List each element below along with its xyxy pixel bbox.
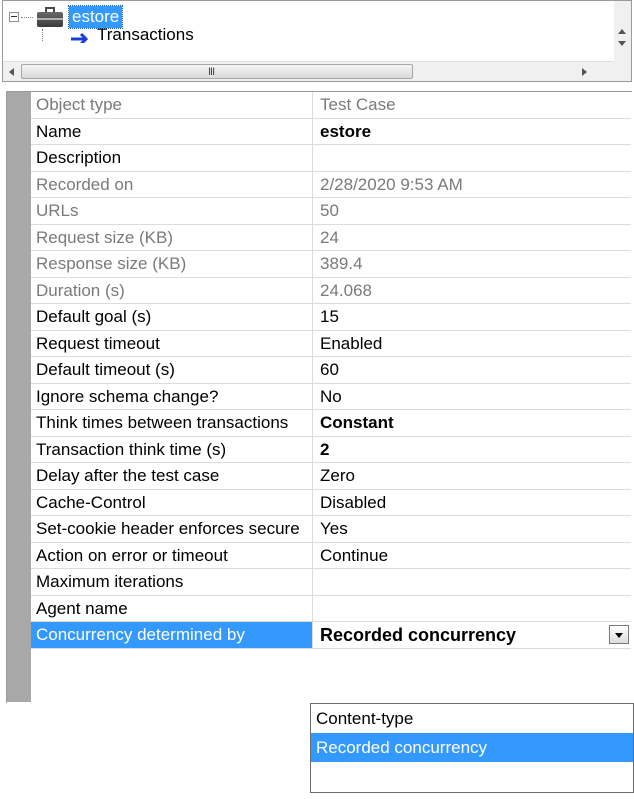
scroll-grip: III [208,66,215,78]
property-name[interactable]: Transaction think time (s) [31,436,313,462]
property-row[interactable]: Object type Test Case [31,92,631,119]
property-row[interactable]: Request timeout Enabled [31,330,631,357]
property-value: 24.068 [320,280,372,300]
property-value[interactable]: Disabled [313,490,631,516]
scroll-left-icon[interactable] [9,68,14,76]
property-value: Test Case [320,95,396,114]
property-row[interactable]: Request size (KB) 24 [31,224,631,251]
property-row[interactable]: Duration (s) 24.068 [31,277,631,304]
property-row[interactable]: Description [31,145,631,172]
property-value[interactable]: Enabled [313,331,631,357]
property-name[interactable]: Request timeout [31,330,313,356]
property-value[interactable]: Zero [313,463,631,489]
property-name[interactable]: Set-cookie header enforces secure [31,516,313,542]
property-value[interactable] [313,596,631,622]
dropdown-option[interactable]: Content-type [311,704,633,733]
scroll-down-icon[interactable] [618,41,626,46]
transactions-icon [71,32,89,43]
scrollbar-corner [614,61,631,81]
property-value[interactable] [313,569,631,595]
property-row[interactable]: Maximum iterations [31,569,631,596]
property-name[interactable]: Think times between transactions [31,410,313,436]
property-name[interactable]: Recorded on [31,171,313,197]
property-row[interactable]: Agent name [31,595,631,622]
tree-connector [21,16,33,18]
property-value: 24 [320,227,339,247]
vertical-scrollbar[interactable] [614,1,631,61]
property-name[interactable]: URLs [31,198,313,224]
property-name[interactable]: Description [31,145,313,171]
tree-connector [42,29,43,41]
property-name[interactable]: Default goal (s) [31,304,313,330]
property-row[interactable]: Name estore [31,118,631,145]
property-name[interactable]: Maximum iterations [31,569,313,595]
property-name[interactable]: Agent name [31,595,313,621]
collapse-icon[interactable] [9,12,19,22]
property-row[interactable]: Think times between transactions Constant [31,410,631,437]
property-value: 2/28/2020 9:53 AM [320,174,463,194]
property-row[interactable]: Set-cookie header enforces secure Yes [31,516,631,543]
property-name[interactable]: Name [31,118,313,144]
property-row[interactable]: Transaction think time (s) 2 [31,436,631,463]
property-value[interactable]: 60 [313,357,631,383]
concurrency-dropdown-list[interactable]: Content-type Recorded concurrency [310,703,634,793]
scroll-thumb[interactable]: III [21,64,413,79]
property-value[interactable]: 15 [313,304,631,330]
property-row[interactable]: Default timeout (s) 60 [31,357,631,384]
property-name[interactable]: Object type [31,92,313,118]
test-case-icon [35,6,65,28]
property-value[interactable]: estore [313,119,631,145]
property-row[interactable]: Concurrency determined by Recorded concur… [31,622,631,649]
dropdown-option[interactable]: Recorded concurrency [311,733,633,762]
property-value: 389.4 [320,254,363,273]
property-name[interactable]: Concurrency determined by [31,622,313,648]
property-name[interactable]: Request size (KB) [31,224,313,250]
property-row[interactable]: Action on error or timeout Continue [31,542,631,569]
tree-node-label[interactable]: Transactions [97,25,194,45]
property-value[interactable]: Continue [313,543,631,569]
property-value[interactable] [313,145,631,171]
property-grid: Object type Test Case Name estore Descriptio… [6,91,632,703]
property-row[interactable]: Recorded on 2/28/2020 9:53 AM [31,171,631,198]
dropdown-arrow-button[interactable] [609,625,629,644]
property-name[interactable]: Ignore schema change? [31,383,313,409]
property-grid-gutter [7,92,31,702]
property-value[interactable]: Constant [313,410,631,436]
property-name[interactable]: Response size (KB) [31,251,313,277]
property-value[interactable]: No [313,384,631,410]
property-row[interactable]: Delay after the test case Zero [31,463,631,490]
property-row[interactable]: URLs 50 [31,198,631,225]
property-name[interactable]: Default timeout (s) [31,357,313,383]
horizontal-scrollbar[interactable]: III [3,61,615,81]
property-name[interactable]: Duration (s) [31,277,313,303]
property-value[interactable]: Recorded concurrency [313,622,631,648]
property-name[interactable]: Action on error or timeout [31,542,313,568]
scroll-up-icon[interactable] [618,29,626,34]
property-row[interactable]: Default goal (s) 15 [31,304,631,331]
property-rows: Object type Test Case Name estore Descriptio… [31,92,631,649]
scroll-right-icon[interactable] [582,68,587,76]
property-value[interactable]: 2 [313,437,631,463]
property-value[interactable]: Yes [313,516,631,542]
property-row[interactable]: Ignore schema change? No [31,383,631,410]
property-name[interactable]: Cache-Control [31,489,313,515]
property-value: 50 [320,201,339,220]
property-row[interactable]: Response size (KB) 389.4 [31,251,631,278]
property-row[interactable]: Cache-Control Disabled [31,489,631,516]
test-tree-panel: estore Transactions III [2,0,632,82]
property-name[interactable]: Delay after the test case [31,463,313,489]
